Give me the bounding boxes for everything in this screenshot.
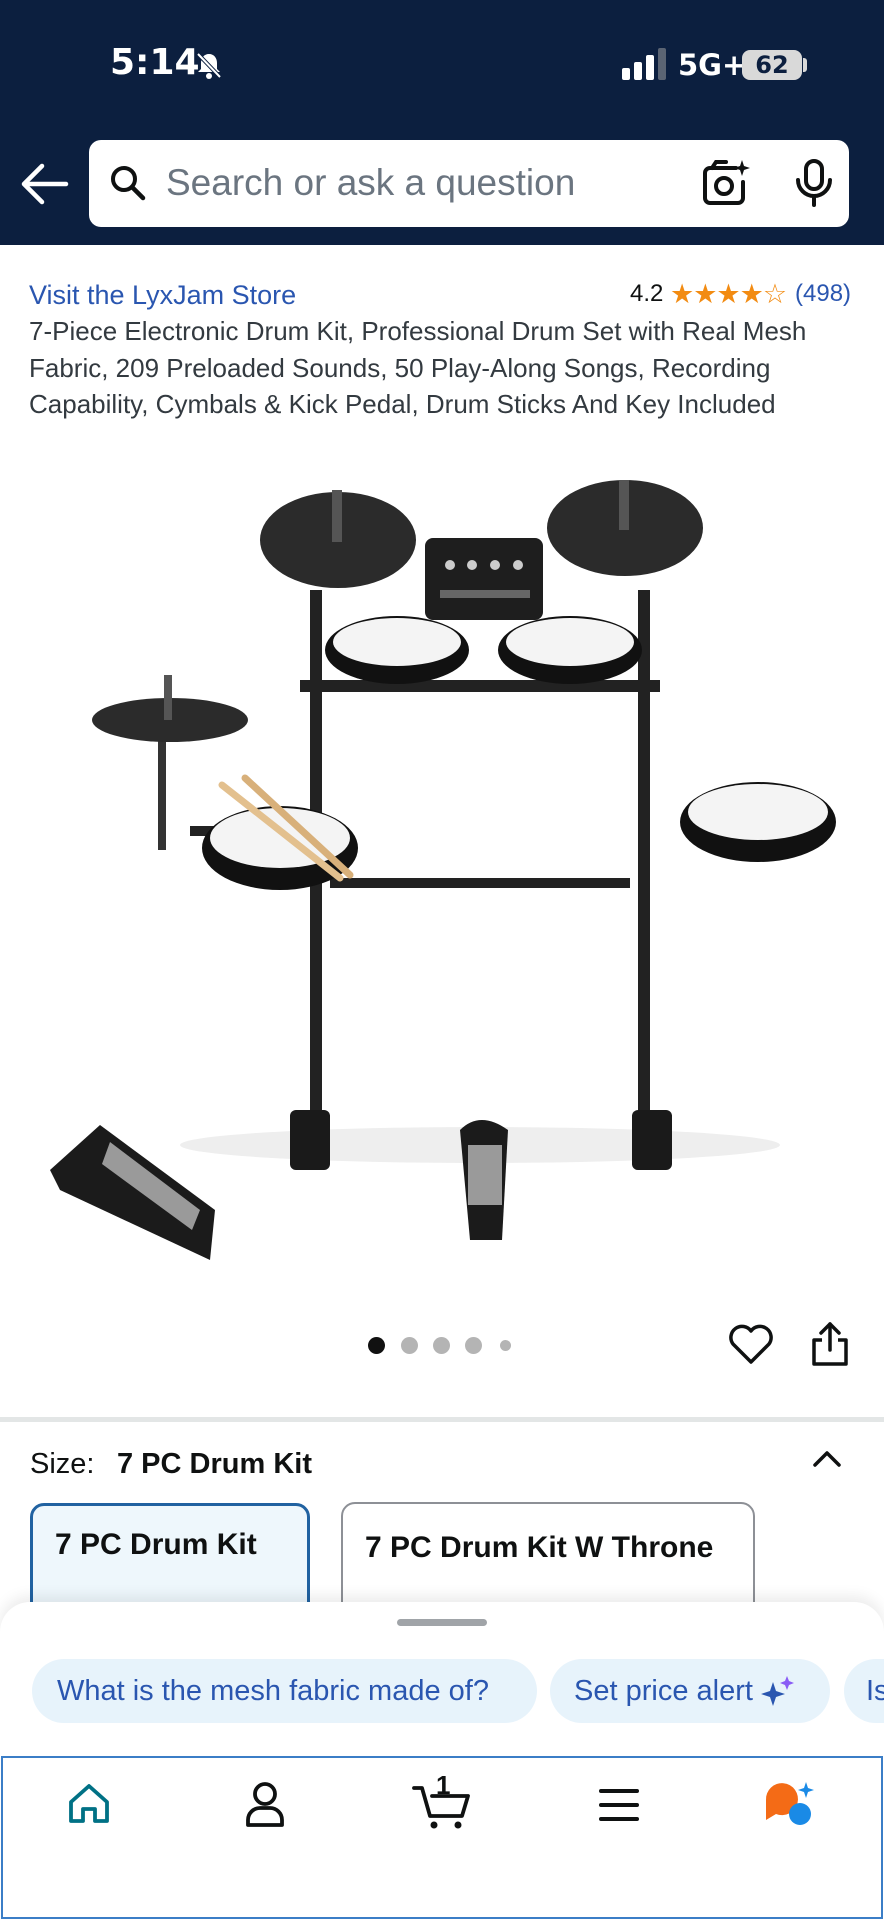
suggestion-text: What is the mesh fabric made of? (57, 1675, 489, 1707)
signal-icon (622, 48, 666, 80)
size-option-label: 7 PC Drum Kit W Throne (365, 1531, 714, 1564)
microphone-icon[interactable] (792, 158, 836, 208)
price-alert-chip[interactable]: Set price alert (550, 1659, 830, 1723)
app-screen: 5:14 5G+ 62 Search or ask a question Vis… (0, 0, 884, 1920)
back-arrow-icon[interactable] (18, 160, 70, 208)
suggestion-text: Set price alert (574, 1675, 753, 1707)
carousel-dot[interactable] (465, 1337, 482, 1354)
star-rating[interactable]: ★★★★☆ (670, 279, 787, 309)
search-placeholder[interactable]: Search or ask a question (166, 162, 575, 204)
size-option-label: 7 PC Drum Kit (55, 1528, 257, 1561)
suggestion-text: Is (866, 1675, 884, 1707)
product-image[interactable] (40, 470, 850, 1260)
review-count-link[interactable]: (498) (795, 280, 851, 308)
account-icon[interactable] (244, 1780, 286, 1828)
battery-level: 62 (755, 51, 789, 79)
search-icon (111, 166, 146, 201)
store-link[interactable]: Visit the LyxJam Store (29, 280, 296, 311)
product-title: 7-Piece Electronic Drum Kit, Professiona… (29, 316, 807, 419)
heart-icon[interactable] (728, 1322, 774, 1366)
bell-off-icon (196, 52, 222, 79)
camera-icon[interactable] (700, 158, 752, 208)
share-icon[interactable] (810, 1320, 850, 1368)
rating-value[interactable]: 4.2 (630, 280, 663, 308)
size-selected-value: 7 PC Drum Kit (117, 1448, 312, 1480)
carousel-dot[interactable] (401, 1337, 418, 1354)
home-icon[interactable] (66, 1780, 112, 1826)
section-divider (0, 1417, 884, 1422)
menu-icon[interactable] (598, 1785, 640, 1825)
battery-nub (803, 58, 807, 72)
status-time: 5:14 (110, 42, 200, 83)
network-type: 5G+ (678, 48, 747, 82)
size-label: Size: (30, 1448, 95, 1480)
carousel-dot[interactable] (500, 1340, 511, 1351)
carousel-dot[interactable] (368, 1337, 385, 1354)
suggestion-chip[interactable]: What is the mesh fabric made of? (32, 1659, 537, 1723)
chevron-up-icon[interactable] (812, 1446, 842, 1470)
sheet-drag-handle[interactable] (397, 1619, 487, 1626)
image-carousel-indicator[interactable] (368, 1337, 518, 1357)
sparkle-icon (760, 1676, 794, 1707)
rufus-icon[interactable] (762, 1780, 818, 1828)
carousel-dot[interactable] (433, 1337, 450, 1354)
cart-count: 1 (436, 1770, 451, 1800)
